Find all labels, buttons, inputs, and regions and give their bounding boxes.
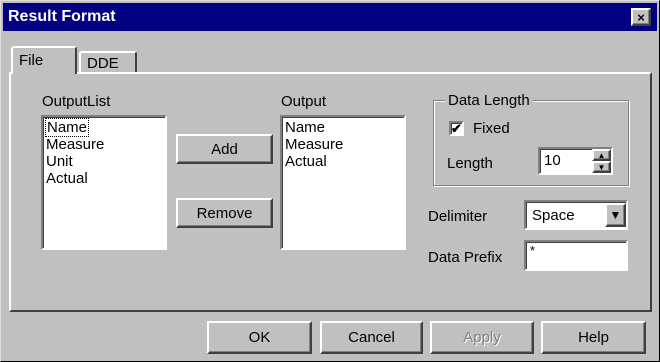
list-item[interactable]: Measure bbox=[46, 136, 162, 153]
list-item[interactable]: Measure bbox=[285, 136, 401, 153]
data-prefix-value: * bbox=[530, 243, 536, 258]
data-length-group-label: Data Length bbox=[445, 92, 533, 109]
help-button-label: Help bbox=[578, 329, 609, 346]
list-item[interactable]: Actual bbox=[285, 153, 401, 170]
ok-button-label: OK bbox=[248, 329, 271, 346]
cancel-button-label: Cancel bbox=[348, 329, 395, 346]
tab-dde-label: DDE bbox=[87, 55, 119, 72]
spin-up-button[interactable]: ▲ bbox=[592, 149, 611, 161]
arrow-up-icon: ▲ bbox=[597, 150, 606, 160]
add-button[interactable]: Add bbox=[176, 134, 273, 164]
delimiter-dropdown-button[interactable]: ▼ bbox=[605, 203, 626, 227]
window-title: Result Format bbox=[8, 8, 116, 25]
active-tab-join bbox=[13, 72, 75, 75]
tab-dde[interactable]: DDE bbox=[79, 51, 137, 72]
length-input[interactable]: 10 bbox=[544, 152, 561, 169]
remove-button-label: Remove bbox=[196, 204, 253, 222]
list-item[interactable]: Actual bbox=[46, 170, 162, 187]
help-button[interactable]: Help bbox=[541, 321, 646, 354]
close-icon: × bbox=[637, 9, 645, 25]
add-button-label: Add bbox=[211, 140, 238, 158]
tab-file-label: File bbox=[19, 52, 44, 69]
length-spinbox[interactable]: 10 ▲ ▼ bbox=[538, 147, 613, 175]
checkmark-icon: ✔ bbox=[451, 121, 462, 136]
output-label: Output bbox=[281, 93, 327, 110]
delimiter-value: Space bbox=[532, 207, 575, 224]
title-bar[interactable]: Result Format × bbox=[3, 3, 657, 31]
output-list-label: OutputList bbox=[42, 93, 111, 110]
data-prefix-label: Data Prefix bbox=[428, 249, 503, 266]
output-list-box[interactable]: Name Measure Unit Actual bbox=[41, 115, 167, 250]
list-item[interactable]: Name bbox=[44, 118, 162, 137]
length-label: Length bbox=[447, 155, 493, 172]
delimiter-label: Delimiter bbox=[428, 208, 488, 225]
data-prefix-input[interactable]: * bbox=[524, 240, 628, 271]
delimiter-select[interactable]: Space ▼ bbox=[524, 200, 628, 230]
remove-button[interactable]: Remove bbox=[176, 198, 273, 228]
apply-button[interactable]: Apply bbox=[430, 321, 534, 354]
cancel-button[interactable]: Cancel bbox=[320, 321, 423, 354]
apply-button-label: Apply bbox=[463, 329, 501, 346]
close-button[interactable]: × bbox=[631, 8, 651, 26]
fixed-checkbox[interactable]: ✔ bbox=[449, 121, 464, 136]
spin-down-button[interactable]: ▼ bbox=[592, 161, 611, 173]
chevron-down-icon: ▼ bbox=[609, 208, 622, 222]
arrow-down-icon: ▼ bbox=[597, 162, 606, 172]
result-format-dialog: Result Format × File DDE OutputList Name… bbox=[0, 0, 660, 362]
fixed-label: Fixed bbox=[473, 120, 510, 137]
tab-file[interactable]: File bbox=[11, 46, 77, 74]
output-list-box-right[interactable]: Name Measure Actual bbox=[280, 115, 406, 250]
list-item[interactable]: Unit bbox=[46, 153, 162, 170]
ok-button[interactable]: OK bbox=[207, 321, 312, 354]
list-item[interactable]: Name bbox=[285, 119, 401, 136]
